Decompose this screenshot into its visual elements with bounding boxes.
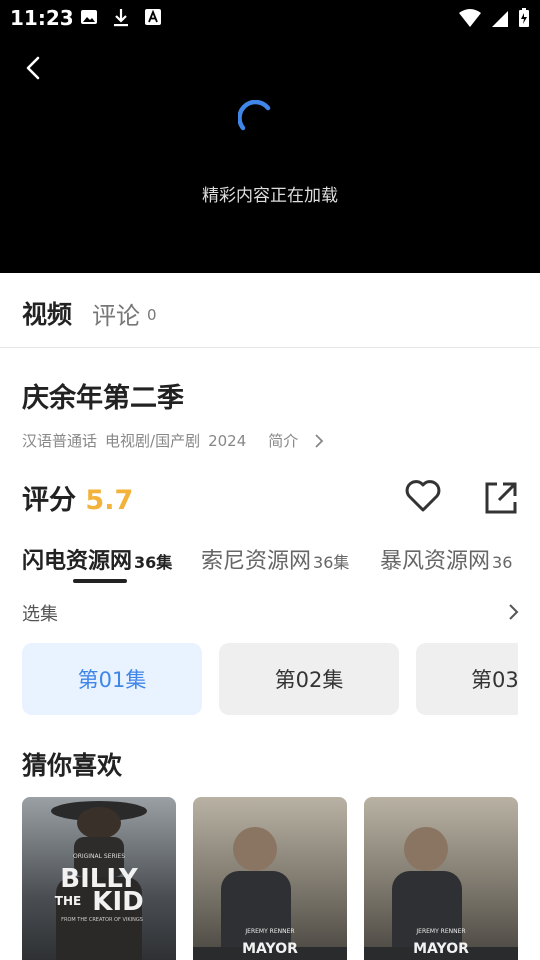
episodes-label: 选集 (22, 604, 58, 625)
poster-card[interactable]: JEREMY RENNER MAYOR (364, 797, 518, 960)
content-tabs: 视频 评论 0 (0, 273, 540, 348)
status-time: 11:23 (10, 6, 74, 30)
source-count: 36 (492, 553, 513, 572)
poster-title-line: MAYOR (242, 941, 298, 957)
active-source-indicator (73, 579, 127, 583)
battery-icon (519, 8, 529, 27)
episode-button[interactable]: 第01集 (22, 643, 202, 715)
recommend-title: 猜你喜欢 (22, 751, 123, 780)
poster-small-text: JEREMY RENNER (415, 928, 465, 935)
poster-small-text: ORIGINAL SERIES (73, 853, 125, 860)
episode-button[interactable]: 第02集 (219, 643, 399, 715)
poster-image: ORIGINAL SERIES BILLY THE KID FROM THE C… (22, 797, 176, 960)
source-tab-baofeng[interactable]: 暴风资源网 36 (380, 543, 512, 575)
source-name: 暴风资源网 (380, 549, 491, 574)
poster-title-line: MAYOR (413, 941, 469, 957)
share-icon[interactable] (481, 478, 521, 518)
poster-image: JEREMY RENNER MAYOR (364, 797, 518, 960)
wifi-icon (459, 9, 481, 27)
poster-small-text: FROM THE CREATOR OF VIKINGS (61, 917, 143, 923)
loading-text: 精彩内容正在加载 (202, 186, 338, 206)
show-year: 2024 (208, 431, 247, 450)
signal-icon (492, 11, 508, 27)
source-tab-suoni[interactable]: 索尼资源网 36集 (201, 543, 349, 575)
rating: 评分 5.7 (22, 478, 133, 517)
show-language: 汉语普通话 (22, 432, 98, 450)
source-count: 36集 (134, 553, 173, 572)
status-bar: 11:23 (0, 0, 540, 36)
comment-count: 0 (147, 306, 157, 324)
source-tab-shandian[interactable]: 闪电资源网 36集 (22, 543, 172, 575)
a-letter-icon (145, 9, 161, 25)
loading-spinner-icon (238, 100, 271, 131)
recommend-list: ORIGINAL SERIES BILLY THE KID FROM THE C… (22, 797, 540, 960)
poster-card[interactable]: ORIGINAL SERIES BILLY THE KID FROM THE C… (22, 797, 176, 960)
source-name: 闪电资源网 (22, 549, 133, 574)
show-title: 庆余年第二季 (22, 383, 184, 414)
intro-label: 简介 (268, 432, 299, 450)
show-meta: 汉语普通话 电视剧/国产剧 2024 简介 (22, 430, 334, 451)
video-player[interactable]: 11:23 精彩内容正在加载 (0, 0, 540, 273)
poster-title-line: THE (55, 894, 81, 908)
episode-list: 第01集 第02集 第03 (22, 643, 518, 715)
rating-label: 评分 (22, 485, 76, 516)
episode-button[interactable]: 第03 (416, 643, 518, 715)
tab-video[interactable]: 视频 (22, 295, 72, 331)
status-system-icons (458, 8, 530, 28)
source-count: 36集 (313, 553, 350, 572)
source-tabs: 闪电资源网 36集 索尼资源网 36集 暴风资源网 36 (22, 543, 540, 587)
poster-title-line: KID (92, 887, 143, 917)
poster-small-text: JEREMY RENNER (244, 928, 294, 935)
source-name: 索尼资源网 (201, 549, 312, 574)
poster-card[interactable]: JEREMY RENNER MAYOR (193, 797, 347, 960)
status-notifications (80, 8, 162, 28)
rating-value: 5.7 (85, 485, 134, 516)
tab-comment[interactable]: 评论 (92, 296, 140, 331)
chevron-right-icon (315, 433, 324, 448)
poster-image: JEREMY RENNER MAYOR (193, 797, 347, 960)
intro-link[interactable]: 简介 (268, 430, 326, 451)
heart-icon[interactable] (403, 476, 443, 516)
show-genre: 电视剧/国产剧 (105, 432, 201, 450)
back-arrow-icon[interactable] (18, 52, 50, 84)
download-icon (114, 9, 128, 27)
chevron-right-icon[interactable] (505, 602, 521, 622)
image-icon (81, 10, 97, 24)
